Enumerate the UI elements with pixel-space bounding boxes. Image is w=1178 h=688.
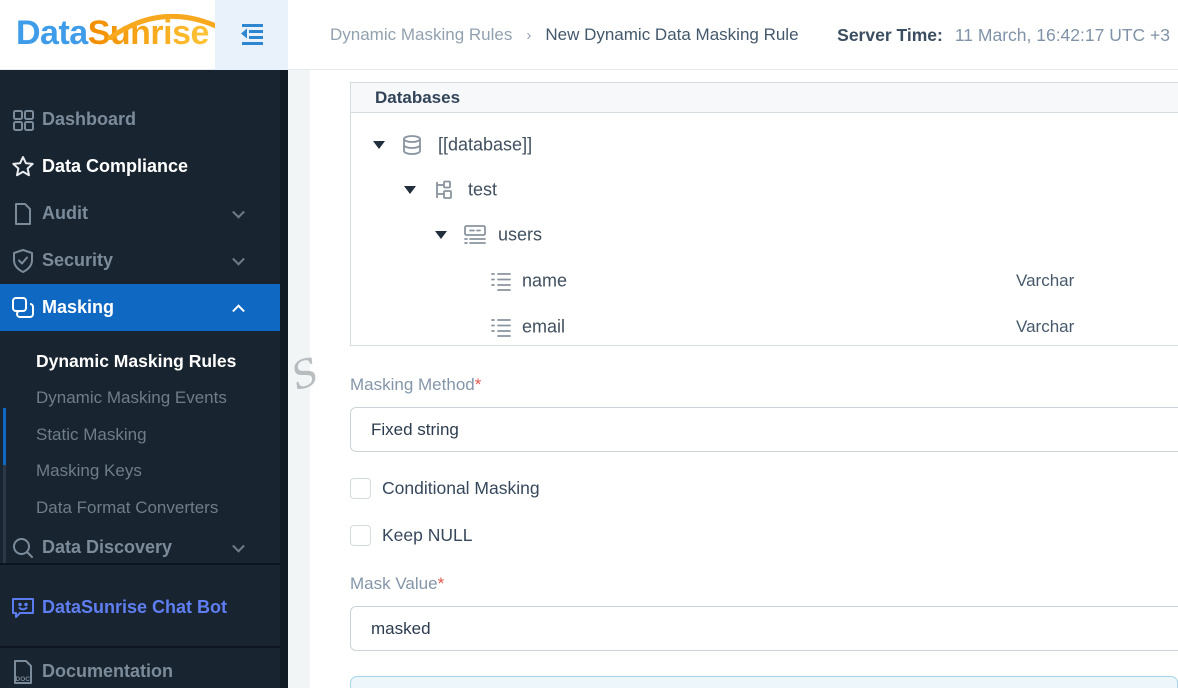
sidebar: Dashboard Data Compliance Audit Security… bbox=[0, 70, 288, 688]
masking-method-label-text: Masking Method bbox=[350, 375, 475, 394]
sidebar-item-label: Documentation bbox=[42, 661, 174, 681]
mask-value-input[interactable] bbox=[350, 606, 1178, 651]
required-asterisk: * bbox=[437, 574, 445, 593]
svg-text:DOC: DOC bbox=[16, 676, 31, 683]
tree-row-column[interactable]: email Varchar bbox=[351, 304, 1178, 349]
logo-text-data: Data bbox=[16, 14, 88, 52]
tree-label[interactable]: test bbox=[468, 179, 497, 200]
required-asterisk: * bbox=[474, 375, 482, 394]
keep-null-checkbox-row[interactable]: Keep NULL bbox=[350, 525, 472, 546]
mask-value-label: Mask Value* bbox=[350, 574, 444, 594]
databases-panel-title: Databases bbox=[375, 87, 461, 107]
sidebar-item-label: Data Compliance bbox=[42, 156, 189, 176]
databases-panel: Databases [[database]] test users name V… bbox=[350, 82, 1178, 346]
server-time: Server Time: 11 March, 16:42:17 UTC +3 bbox=[837, 0, 1170, 70]
sidebar-item-label: Dashboard bbox=[42, 109, 137, 129]
sidebar-divider bbox=[0, 563, 288, 565]
chat-bot-icon bbox=[10, 595, 36, 621]
column-icon bbox=[490, 270, 512, 292]
breadcrumb-current: New Dynamic Data Masking Rule bbox=[545, 25, 799, 44]
mask-value-label-text: Mask Value bbox=[350, 574, 438, 593]
keep-null-checkbox[interactable] bbox=[350, 525, 371, 546]
sidebar-item-label: Masking bbox=[42, 297, 115, 317]
sidebar-item-label: Data Discovery bbox=[42, 537, 173, 557]
magnifier-icon bbox=[10, 535, 36, 561]
tree-label[interactable]: users bbox=[498, 224, 542, 245]
server-time-label: Server Time: bbox=[837, 24, 943, 45]
submenu-active-indicator bbox=[3, 408, 6, 465]
chevron-down-icon bbox=[232, 252, 245, 266]
sidebar-item-data-compliance[interactable]: Data Compliance bbox=[0, 143, 288, 190]
masking-method-select[interactable] bbox=[350, 407, 1178, 452]
sidebar-item-chat-bot[interactable]: DataSunrise Chat Bot bbox=[0, 584, 288, 631]
checkbox-label: Conditional Masking bbox=[382, 478, 540, 498]
checkbox-label: Keep NULL bbox=[382, 525, 473, 545]
conditional-masking-checkbox-row[interactable]: Conditional Masking bbox=[350, 478, 540, 499]
table-icon bbox=[463, 224, 486, 246]
databases-panel-header: Databases bbox=[351, 83, 1178, 113]
masking-method-label: Masking Method* bbox=[350, 375, 481, 395]
sidebar-item-data-discovery[interactable]: Data Discovery bbox=[0, 524, 288, 563]
shield-check-icon bbox=[10, 248, 36, 274]
tree-row-database[interactable]: [[database]] bbox=[351, 122, 1178, 167]
document-icon bbox=[10, 201, 36, 227]
star-icon bbox=[10, 154, 36, 180]
tree-label[interactable]: [[database]] bbox=[438, 134, 532, 155]
breadcrumb: Dynamic Masking Rules › New Dynamic Data… bbox=[330, 0, 799, 70]
sidebar-collapse-icon bbox=[240, 24, 263, 45]
sidebar-scroll-area: Dashboard Data Compliance Audit Security… bbox=[0, 70, 288, 563]
submenu-static-masking[interactable]: Static Masking bbox=[36, 425, 147, 445]
caret-down-icon[interactable] bbox=[404, 185, 416, 194]
tree-label[interactable]: email bbox=[522, 316, 565, 337]
sidebar-item-documentation[interactable]: DOC Documentation bbox=[0, 648, 288, 688]
column-type: Varchar bbox=[1016, 270, 1075, 290]
breadcrumb-separator: › bbox=[526, 26, 532, 44]
chevron-down-icon bbox=[232, 205, 245, 219]
sidebar-scrollbar[interactable] bbox=[280, 70, 288, 688]
sidebar-item-audit[interactable]: Audit bbox=[0, 190, 288, 237]
column-icon bbox=[490, 316, 512, 338]
database-icon bbox=[401, 134, 423, 156]
conditional-masking-checkbox[interactable] bbox=[350, 478, 371, 499]
submenu-dynamic-masking-rules[interactable]: Dynamic Masking Rules bbox=[36, 351, 236, 372]
datasunrise-logo[interactable]: DataSunrise bbox=[16, 14, 231, 53]
sidebar-item-masking[interactable]: Masking bbox=[0, 284, 288, 331]
top-header: DataSunrise Dynamic Masking Rules › New … bbox=[0, 0, 1178, 70]
sidebar-item-dashboard[interactable]: Dashboard bbox=[0, 96, 288, 143]
tree-row-table[interactable]: users bbox=[351, 212, 1178, 257]
dashboard-grid-icon bbox=[10, 107, 36, 133]
schema-icon bbox=[432, 179, 454, 201]
tree-label[interactable]: name bbox=[522, 270, 567, 291]
mask-icon bbox=[10, 295, 36, 321]
sidebar-collapse-button[interactable] bbox=[215, 0, 288, 70]
sidebar-item-label: Security bbox=[42, 250, 114, 270]
doc-file-icon: DOC bbox=[10, 659, 36, 685]
datasunrise-app: DataSunrise Dynamic Masking Rules › New … bbox=[0, 0, 1178, 688]
column-type: Varchar bbox=[1016, 316, 1075, 336]
breadcrumb-parent-link[interactable]: Dynamic Masking Rules bbox=[330, 25, 512, 45]
main-content: S Databases [[database]] test users name… bbox=[286, 70, 1178, 688]
sidebar-item-security[interactable]: Security bbox=[0, 237, 288, 284]
chevron-down-icon bbox=[232, 539, 245, 553]
submenu-data-format-converters[interactable]: Data Format Converters bbox=[36, 498, 218, 518]
caret-down-icon[interactable] bbox=[373, 140, 385, 149]
caret-down-icon[interactable] bbox=[435, 230, 447, 239]
tree-row-schema[interactable]: test bbox=[351, 167, 1178, 212]
sidebar-item-label: Audit bbox=[42, 203, 88, 223]
tree-row-column[interactable]: name Varchar bbox=[351, 258, 1178, 303]
submenu-dynamic-masking-events[interactable]: Dynamic Masking Events bbox=[36, 388, 227, 408]
sidebar-item-label: DataSunrise Chat Bot bbox=[42, 597, 228, 617]
info-box bbox=[350, 676, 1178, 688]
server-time-value: 11 March, 16:42:17 UTC +3 bbox=[954, 24, 1170, 45]
submenu-masking-keys[interactable]: Masking Keys bbox=[36, 461, 142, 481]
chevron-up-icon bbox=[232, 303, 245, 317]
